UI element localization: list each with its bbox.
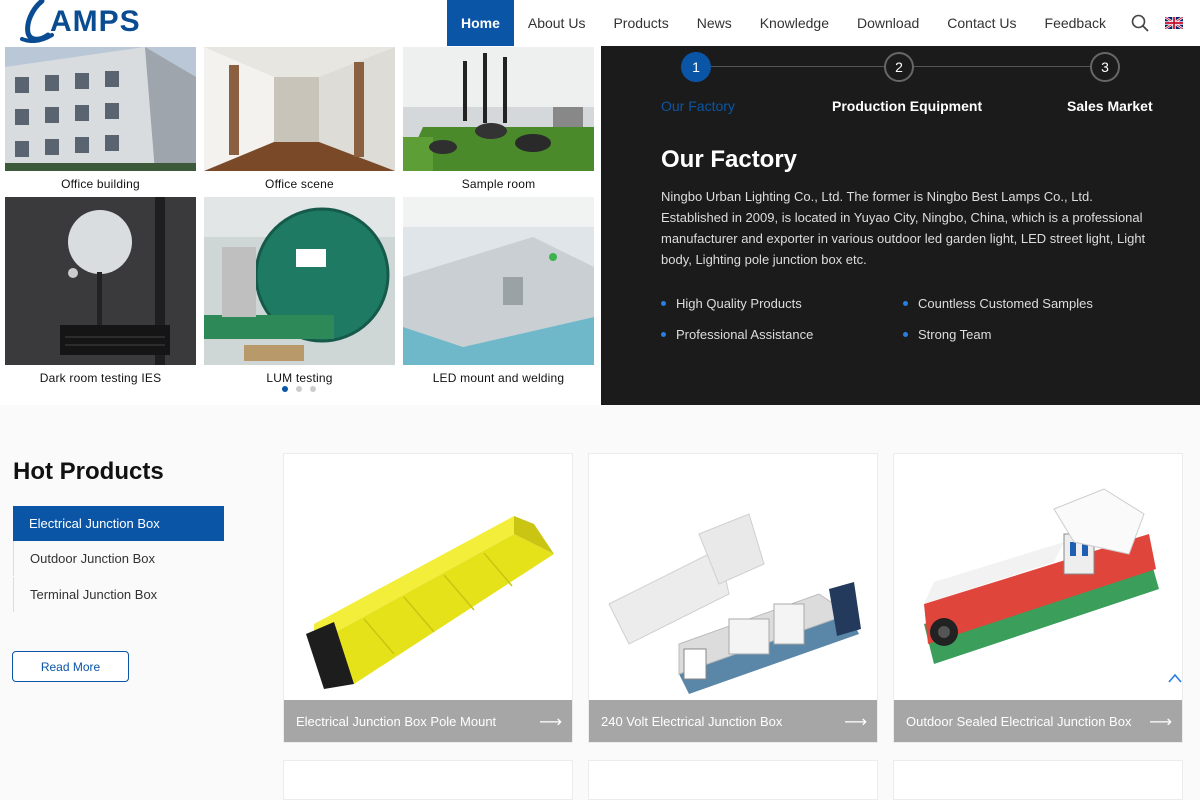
panel-body-text: Ningbo Urban Lighting Co., Ltd. The form… [661, 189, 1146, 267]
bullet-icon [903, 301, 908, 306]
gallery-dot-1[interactable] [282, 386, 288, 392]
product-card-partial[interactable] [283, 760, 573, 800]
gallery-tile-office-scene[interactable]: Office scene [204, 47, 395, 191]
product-name-bar[interactable]: 240 Volt Electrical Junction Box ⟶ [589, 700, 877, 742]
product-image [284, 454, 572, 702]
office-scene-photo [204, 47, 395, 171]
feature-label: High Quality Products [676, 296, 802, 311]
feature-item: Countless Customed Samples [903, 296, 1093, 311]
gallery-dot-2[interactable] [296, 386, 302, 392]
nav-feedback[interactable]: Feedback [1031, 0, 1120, 46]
step-2-button[interactable]: 2 [884, 52, 914, 82]
nav-knowledge[interactable]: Knowledge [746, 0, 843, 46]
bullet-icon [903, 332, 908, 337]
gallery-tile-office-building[interactable]: Office building [5, 47, 196, 191]
arrow-right-icon: ⟶ [844, 714, 867, 731]
product-card-partial[interactable] [893, 760, 1183, 800]
dark-room-photo [5, 197, 196, 365]
product-card[interactable]: Outdoor Sealed Electrical Junction Box ⟶ [893, 453, 1183, 743]
lum-testing-photo [204, 197, 395, 365]
search-button[interactable] [1120, 0, 1160, 46]
read-more-button[interactable]: Read More [12, 651, 129, 682]
gallery-tile-lum-testing[interactable]: LUM testing [204, 197, 395, 385]
arrow-right-icon: ⟶ [539, 714, 562, 731]
main-nav: Home About Us Products News Knowledge Do… [446, 0, 1200, 46]
search-icon [1131, 14, 1149, 32]
gallery-tile-dark-room[interactable]: Dark room testing IES [5, 197, 196, 385]
step-3-button[interactable]: 3 [1090, 52, 1120, 82]
product-card[interactable]: Electrical Junction Box Pole Mount ⟶ [283, 453, 573, 743]
tile-caption: LED mount and welding [432, 371, 565, 385]
site-logo[interactable]: AMPS [18, 0, 141, 44]
logo-swoosh-icon [20, 0, 54, 43]
product-card[interactable]: 240 Volt Electrical Junction Box ⟶ [588, 453, 878, 743]
tile-caption: Dark room testing IES [39, 371, 162, 385]
category-electrical-junction-box[interactable]: Electrical Junction Box [13, 506, 224, 541]
factory-panel: 1 2 3 Our Factory Production Equipment S… [601, 46, 1200, 405]
product-image [589, 454, 877, 702]
feature-item: Strong Team [903, 327, 991, 342]
nav-products[interactable]: Products [599, 0, 682, 46]
sample-room-photo [403, 47, 594, 171]
category-terminal-junction-box[interactable]: Terminal Junction Box [13, 577, 224, 612]
tile-caption: LUM testing [266, 371, 333, 385]
product-name: 240 Volt Electrical Junction Box [601, 713, 783, 729]
product-card-partial[interactable] [588, 760, 878, 800]
office-building-photo [5, 47, 196, 171]
gallery-dot-3[interactable] [310, 386, 316, 392]
product-image [894, 454, 1182, 702]
nav-about-us[interactable]: About Us [514, 0, 600, 46]
step-label-sales-market[interactable]: Sales Market [1067, 98, 1153, 114]
bullet-icon [661, 332, 666, 337]
nav-news[interactable]: News [683, 0, 746, 46]
chevron-up-icon [1168, 673, 1182, 683]
back-to-top-button[interactable] [1163, 670, 1187, 690]
led-mount-photo [403, 197, 594, 365]
product-name-bar[interactable]: Electrical Junction Box Pole Mount ⟶ [284, 700, 572, 742]
nav-download[interactable]: Download [843, 0, 933, 46]
step-label-our-factory[interactable]: Our Factory [661, 98, 735, 114]
product-name-bar[interactable]: Outdoor Sealed Electrical Junction Box ⟶ [894, 700, 1182, 742]
product-name: Electrical Junction Box Pole Mount [296, 713, 497, 729]
uk-flag-icon [1165, 17, 1183, 29]
feature-item: Professional Assistance [661, 327, 813, 342]
feature-item: High Quality Products [661, 296, 802, 311]
hot-products-title: Hot Products [13, 458, 164, 485]
step-1-button[interactable]: 1 [681, 52, 711, 82]
gallery-tile-led-mount[interactable]: LED mount and welding [403, 197, 594, 385]
bullet-icon [661, 301, 666, 306]
tile-caption: Sample room [461, 177, 536, 191]
language-button[interactable] [1160, 0, 1200, 46]
tile-caption: Office scene [265, 177, 334, 191]
nav-contact-us[interactable]: Contact Us [933, 0, 1030, 46]
tile-caption: Office building [61, 177, 140, 191]
logo-text: AMPS [50, 5, 141, 38]
gallery-tile-sample-room[interactable]: Sample room [403, 47, 594, 191]
feature-label: Countless Customed Samples [918, 296, 1093, 311]
step-label-production-equipment[interactable]: Production Equipment [832, 98, 982, 114]
factory-gallery: Office building Office scene Sample room… [0, 46, 601, 405]
panel-heading: Our Factory [661, 146, 798, 173]
product-name: Outdoor Sealed Electrical Junction Box [906, 713, 1132, 729]
category-outdoor-junction-box[interactable]: Outdoor Junction Box [13, 541, 224, 576]
feature-label: Strong Team [918, 327, 992, 342]
site-header: AMPS Home About Us Products News Knowled… [0, 0, 1200, 46]
gallery-pagination [282, 386, 316, 392]
arrow-right-icon: ⟶ [1149, 714, 1172, 731]
feature-label: Professional Assistance [676, 327, 814, 342]
nav-home[interactable]: Home [446, 0, 514, 46]
